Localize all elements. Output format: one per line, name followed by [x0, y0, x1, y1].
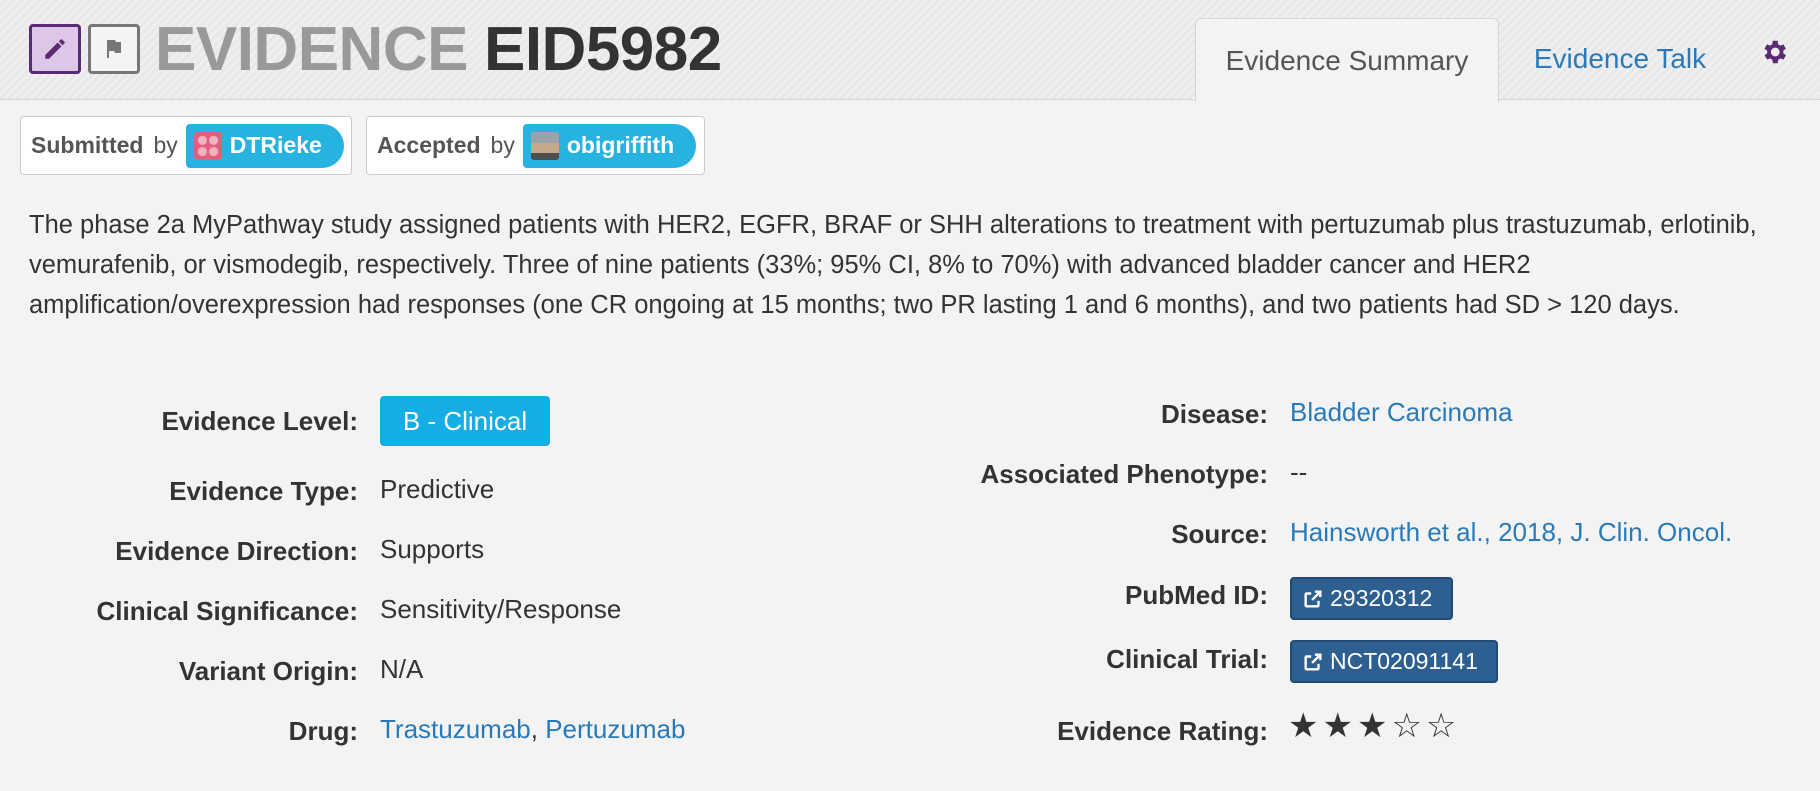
- accepted-by-text: by: [490, 132, 515, 158]
- field-source: Source:: [900, 514, 1268, 554]
- source-link[interactable]: Hainsworth et al., 2018, J. Clin. Oncol.: [1290, 517, 1732, 548]
- submitted-label: Submitted: [31, 132, 144, 158]
- submitter-username: DTRieke: [229, 132, 322, 158]
- field-label: Variant Origin:: [178, 655, 358, 686]
- pubmed-id-value: 29320312: [1330, 585, 1433, 611]
- field-label: Evidence Direction:: [115, 535, 358, 566]
- settings-button[interactable]: [1758, 36, 1790, 68]
- tab-evidence-talk[interactable]: Evidence Talk: [1500, 18, 1740, 100]
- submitter-user-link[interactable]: DTRieke: [185, 123, 344, 168]
- field-label: PubMed ID:: [1125, 579, 1268, 610]
- field-evidence-rating: Evidence Rating:: [900, 711, 1268, 751]
- pubmed-id-button[interactable]: 29320312: [1290, 577, 1453, 620]
- evidence-type-value: Predictive: [380, 474, 495, 504]
- accepted-label: Accepted: [377, 132, 481, 158]
- clinical-trial-button[interactable]: NCT02091141: [1290, 640, 1498, 683]
- avatar: [193, 131, 222, 160]
- external-link-icon: [1304, 652, 1322, 671]
- clinical-trial-value: NCT02091141: [1330, 648, 1478, 674]
- disease-link[interactable]: Bladder Carcinoma: [1290, 397, 1513, 428]
- flag-icon: [107, 40, 121, 58]
- evidence-rating-stars: ★★★☆☆: [1288, 707, 1461, 745]
- field-label: Evidence Type:: [169, 475, 358, 506]
- field-label: Clinical Significance:: [96, 595, 358, 626]
- accepter-user-link[interactable]: obigriffith: [522, 123, 697, 168]
- field-pubmed-id: PubMed ID:: [900, 575, 1268, 615]
- drug-value: Trastuzumab, Pertuzumab: [380, 714, 685, 745]
- pencil-icon: [45, 39, 65, 59]
- evidence-header: EVIDENCE EID5982 Evidence Summary Evidenc…: [0, 0, 1820, 102]
- field-label: Evidence Rating:: [1057, 715, 1268, 746]
- title-prefix: EVIDENCE: [155, 15, 468, 84]
- avatar: [530, 131, 559, 160]
- associated-phenotype-value: --: [1290, 457, 1308, 487]
- external-link-icon: [1304, 589, 1322, 608]
- field-label: Evidence Level:: [161, 405, 358, 436]
- evidence-level-badge[interactable]: B - Clinical: [380, 396, 550, 446]
- clinical-significance-value: Sensitivity/Response: [380, 594, 622, 624]
- drug-separator: ,: [530, 714, 546, 744]
- field-label: Clinical Trial:: [1106, 643, 1268, 674]
- page-title: EVIDENCE EID5982: [155, 14, 722, 86]
- field-label: Source:: [1171, 518, 1268, 549]
- field-evidence-level: Evidence Level:: [0, 401, 358, 441]
- field-clinical-significance: Clinical Significance:: [0, 591, 358, 631]
- submitted-by-text: by: [153, 132, 178, 158]
- evidence-direction-value: Supports: [380, 534, 485, 564]
- submitted-badge: Submitted by DTRieke: [20, 116, 352, 175]
- title-evidence-id: EID5982: [483, 15, 722, 84]
- flag-button[interactable]: [88, 24, 140, 74]
- field-associated-phenotype: Associated Phenotype:: [900, 454, 1268, 494]
- field-label: Associated Phenotype:: [980, 458, 1268, 489]
- variant-origin-value: N/A: [380, 654, 424, 684]
- gear-icon: [1764, 40, 1786, 64]
- evidence-description: The phase 2a MyPathway study assigned pa…: [29, 211, 1757, 319]
- accepted-badge: Accepted by obigriffith: [366, 116, 705, 175]
- drug-link-pertuzumab[interactable]: Pertuzumab: [545, 714, 685, 744]
- field-disease: Disease:: [900, 394, 1268, 434]
- tab-evidence-summary[interactable]: Evidence Summary: [1195, 18, 1499, 102]
- field-label: Disease:: [1161, 398, 1268, 429]
- drug-link-trastuzumab[interactable]: Trastuzumab: [380, 714, 531, 744]
- edit-button[interactable]: [29, 24, 81, 74]
- field-evidence-direction: Evidence Direction:: [0, 531, 358, 571]
- field-evidence-type: Evidence Type:: [0, 471, 358, 511]
- accepter-username: obigriffith: [566, 132, 675, 158]
- field-drug: Drug:: [0, 711, 358, 751]
- field-variant-origin: Variant Origin:: [0, 651, 358, 691]
- field-label: Drug:: [288, 715, 358, 746]
- field-clinical-trial: Clinical Trial:: [900, 639, 1268, 679]
